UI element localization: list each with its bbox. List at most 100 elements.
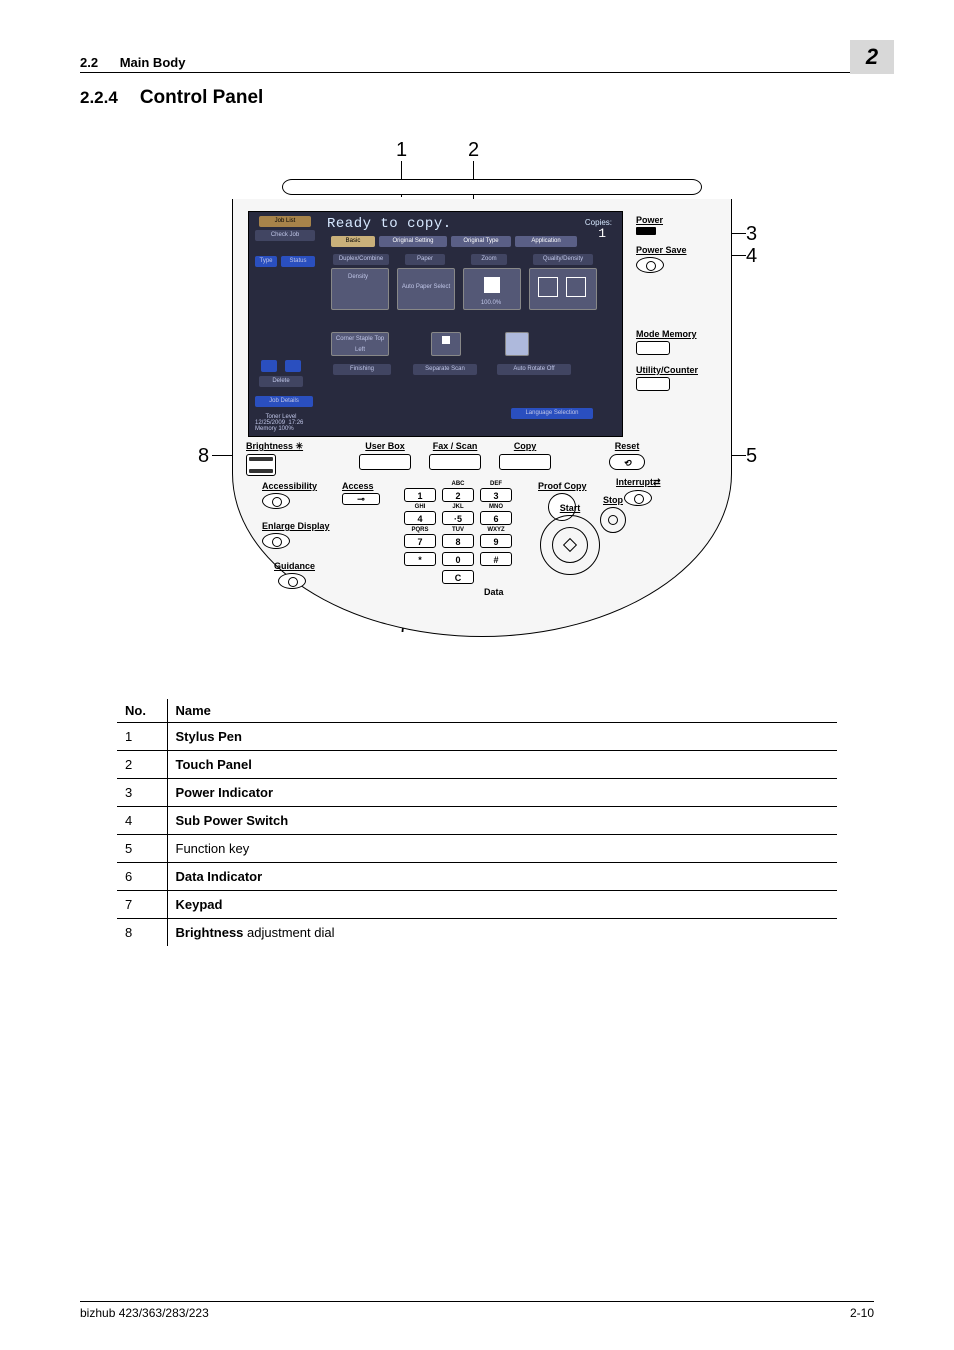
table-row: 7Keypad <box>117 891 837 919</box>
footer-model: bizhub 423/363/283/223 <box>80 1306 209 1320</box>
page-footer: bizhub 423/363/283/223 2-10 <box>80 1301 874 1320</box>
copy-label: Copy <box>514 441 537 451</box>
table-row: 5Function key <box>117 835 837 863</box>
mode-memory-button[interactable] <box>636 341 670 355</box>
lcd-tab-orig-setting[interactable]: Original Setting <box>379 236 447 247</box>
keypad-c[interactable]: C <box>442 570 474 584</box>
accessibility-label: Accessibility <box>262 481 330 491</box>
brightness-dial[interactable] <box>246 454 276 476</box>
lcd-type: Type <box>255 256 277 267</box>
keypad-1[interactable]: 1 <box>404 488 436 502</box>
lcd-tile-4[interactable] <box>529 268 597 310</box>
kp-tuv: TUV <box>442 527 474 534</box>
kp-mno: MNO <box>480 504 512 511</box>
keypad-star[interactable]: * <box>404 552 436 566</box>
lcd-tile-right[interactable] <box>505 332 529 356</box>
keypad-5[interactable]: ·5 <box>442 511 474 525</box>
access-button[interactable]: ⊸ <box>342 493 380 505</box>
fax-scan-label: Fax / Scan <box>433 441 478 451</box>
user-box-button[interactable] <box>359 454 411 470</box>
reset-button[interactable]: ⟲ <box>609 454 645 470</box>
right-controls: Power Power Save Mode Memory Utility/Cou… <box>636 215 724 401</box>
lcd-language[interactable]: Language Selection <box>511 408 593 419</box>
lcd-down-icon[interactable] <box>285 360 301 372</box>
keypad-8[interactable]: 8 <box>442 534 474 548</box>
function-key-row: Brightness ✳ User Box Fax / Scan Copy Re… <box>246 441 726 476</box>
utility-counter-button[interactable] <box>636 377 670 391</box>
th-no: No. <box>117 699 167 723</box>
lcd-zoom-value: 100.0% <box>471 298 511 309</box>
lcd-up-icon[interactable] <box>261 360 277 372</box>
reset-label: Reset <box>615 441 640 451</box>
table-row: 3Power Indicator <box>117 779 837 807</box>
lcd-ready-text: Ready to copy. <box>327 216 452 232</box>
lcd-auto-paper: Auto Paper Select <box>399 282 453 293</box>
power-label: Power <box>636 215 724 225</box>
lcd-sep-scan[interactable]: Separate Scan <box>413 364 477 375</box>
callout-4: 4 <box>746 245 757 268</box>
table-row: 8Brightness adjustment dial <box>117 919 837 947</box>
heading-title: Control Panel <box>140 87 264 109</box>
data-indicator-label: Data <box>484 587 504 597</box>
enlarge-display-button[interactable] <box>262 533 290 549</box>
section-title: Main Body <box>120 55 186 70</box>
lcd-auto-rotate[interactable]: Auto Rotate Off <box>497 364 571 375</box>
lcd-density: Density <box>333 272 383 283</box>
utility-label: Utility/Counter <box>636 365 724 375</box>
callout-2: 2 <box>468 139 479 162</box>
enlarge-label: Enlarge Display <box>262 521 330 531</box>
lcd-tile-mid[interactable] <box>431 332 461 356</box>
kp-wxyz: WXYZ <box>480 527 512 534</box>
lcd-check-job[interactable]: Check Job <box>255 230 315 241</box>
power-save-label: Power Save <box>636 245 724 255</box>
stylus-pen-slot <box>282 179 702 195</box>
table-row: 4Sub Power Switch <box>117 807 837 835</box>
callout-5: 5 <box>746 445 757 468</box>
start-button[interactable] <box>540 515 600 575</box>
mode-memory-label: Mode Memory <box>636 329 724 339</box>
chapter-number: 2 <box>850 40 894 74</box>
heading-number: 2.2.4 <box>80 88 118 108</box>
keypad-3[interactable]: 3 <box>480 488 512 502</box>
interrupt-button[interactable] <box>624 490 652 506</box>
section-number: 2.2 <box>80 55 98 70</box>
kp-pqrs: PQRS <box>404 527 436 534</box>
footer-page: 2-10 <box>850 1306 874 1320</box>
interrupt-label: Interrupt⇄ <box>616 477 661 488</box>
kp-abc: ABC <box>442 481 474 488</box>
keypad-7[interactable]: 7 <box>404 534 436 548</box>
fax-scan-button[interactable] <box>429 454 481 470</box>
brightness-label: Brightness ✳ <box>246 441 303 452</box>
accessibility-button[interactable] <box>262 493 290 509</box>
copy-button[interactable] <box>499 454 551 470</box>
keypad-4[interactable]: 4 <box>404 511 436 525</box>
lcd-tab-orig-type[interactable]: Original Type <box>451 236 511 247</box>
touch-panel[interactable]: Job List Check Job Type Status Delete Jo… <box>248 211 623 437</box>
lcd-finishing[interactable]: Finishing <box>333 364 391 375</box>
kp-def: DEF <box>480 481 512 488</box>
page-header: 2.2 Main Body 2 <box>80 40 874 73</box>
stop-button[interactable] <box>600 507 626 533</box>
keypad-0[interactable]: 0 <box>442 552 474 566</box>
control-panel-diagram: 1 2 3 4 5 6 7 8 Job List Check Job Type … <box>212 139 742 639</box>
proof-copy-label: Proof Copy <box>538 481 587 491</box>
keypad-2[interactable]: 2 <box>442 488 474 502</box>
keypad-9[interactable]: 9 <box>480 534 512 548</box>
lcd-job-details[interactable]: Job Details <box>255 396 313 407</box>
lcd-paper: Paper <box>405 254 445 265</box>
lcd-tab-basic[interactable]: Basic <box>331 236 375 247</box>
keypad-hash[interactable]: # <box>480 552 512 566</box>
guidance-button[interactable] <box>278 573 306 589</box>
lcd-corner: Corner Staple Top Left <box>333 334 387 345</box>
table-row: 1Stylus Pen <box>117 723 837 751</box>
table-row: 2Touch Panel <box>117 751 837 779</box>
lcd-tab-application[interactable]: Application <box>515 236 577 247</box>
parts-table: No. Name 1Stylus Pen 2Touch Panel 3Power… <box>117 699 837 946</box>
access-label: Access <box>342 481 380 491</box>
table-row: 6Data Indicator <box>117 863 837 891</box>
lcd-delete[interactable]: Delete <box>259 376 303 387</box>
power-save-button[interactable] <box>636 257 664 273</box>
lcd-duplex: Duplex/Combine <box>333 254 389 265</box>
lcd-job-list[interactable]: Job List <box>259 216 311 227</box>
keypad-6[interactable]: 6 <box>480 511 512 525</box>
